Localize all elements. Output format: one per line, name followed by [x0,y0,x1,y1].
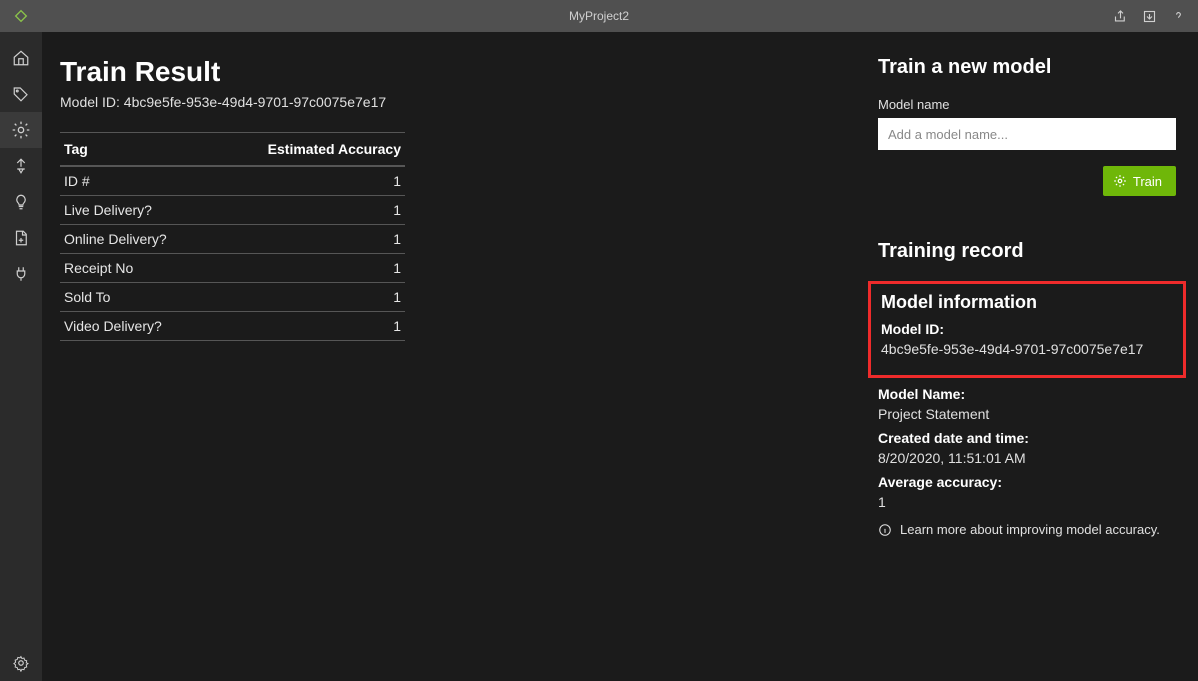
model-name-label2: Model Name: [878,386,1176,402]
nav-train-icon[interactable] [0,112,42,148]
model-id-label: Model ID: [881,321,1173,337]
train-button-label: Train [1133,174,1162,189]
col-tag: Tag [60,133,212,167]
model-id-line: Model ID: 4bc9e5fe-953e-49d4-9701-97c007… [60,94,832,110]
page-title: Train Result [60,56,832,88]
created-value: 8/20/2020, 11:51:01 AM [878,450,1176,466]
col-accuracy: Estimated Accuracy [212,133,405,167]
table-row: Sold To1 [60,283,405,312]
nav-doc-add-icon[interactable] [0,220,42,256]
save-icon[interactable] [1142,9,1157,24]
nav-bulb-icon[interactable] [0,184,42,220]
model-name-label: Model name [878,97,1176,112]
train-button[interactable]: Train [1103,166,1176,196]
model-name-value: Project Statement [878,406,1176,422]
results-table: Tag Estimated Accuracy ID #1 Live Delive… [60,132,405,341]
gear-small-icon [1113,174,1127,188]
nav-home-icon[interactable] [0,40,42,76]
help-icon[interactable] [1171,9,1186,24]
table-row: Receipt No1 [60,254,405,283]
created-label: Created date and time: [878,430,1176,446]
titlebar: MyProject2 [0,0,1198,32]
avg-accuracy-label: Average accuracy: [878,474,1176,490]
nav-settings-icon[interactable] [0,645,42,681]
training-record-heading: Training record [878,240,1176,263]
nav-tag-icon[interactable] [0,76,42,112]
model-info-highlight: Model information Model ID: 4bc9e5fe-953… [868,281,1186,378]
train-heading: Train a new model [878,56,1176,79]
avg-accuracy-value: 1 [878,494,1176,510]
main-content: Train Result Model ID: 4bc9e5fe-953e-49d… [42,32,858,681]
table-row: Online Delivery?1 [60,225,405,254]
table-row: Live Delivery?1 [60,196,405,225]
info-icon [878,523,892,537]
app-logo-icon [0,8,42,24]
right-panel: Train a new model Model name Train Train… [858,32,1198,681]
window-title: MyProject2 [569,9,629,23]
nav-compose-icon[interactable] [0,148,42,184]
model-id-value: 4bc9e5fe-953e-49d4-9701-97c0075e7e17 [881,341,1173,357]
model-name-input[interactable] [878,118,1176,150]
nav-plug-icon[interactable] [0,256,42,292]
learn-more-link[interactable]: Learn more about improving model accurac… [900,522,1160,537]
sidebar [0,32,42,681]
table-row: ID #1 [60,166,405,196]
model-info-heading: Model information [881,292,1173,313]
table-row: Video Delivery?1 [60,312,405,341]
share-icon[interactable] [1113,9,1128,24]
